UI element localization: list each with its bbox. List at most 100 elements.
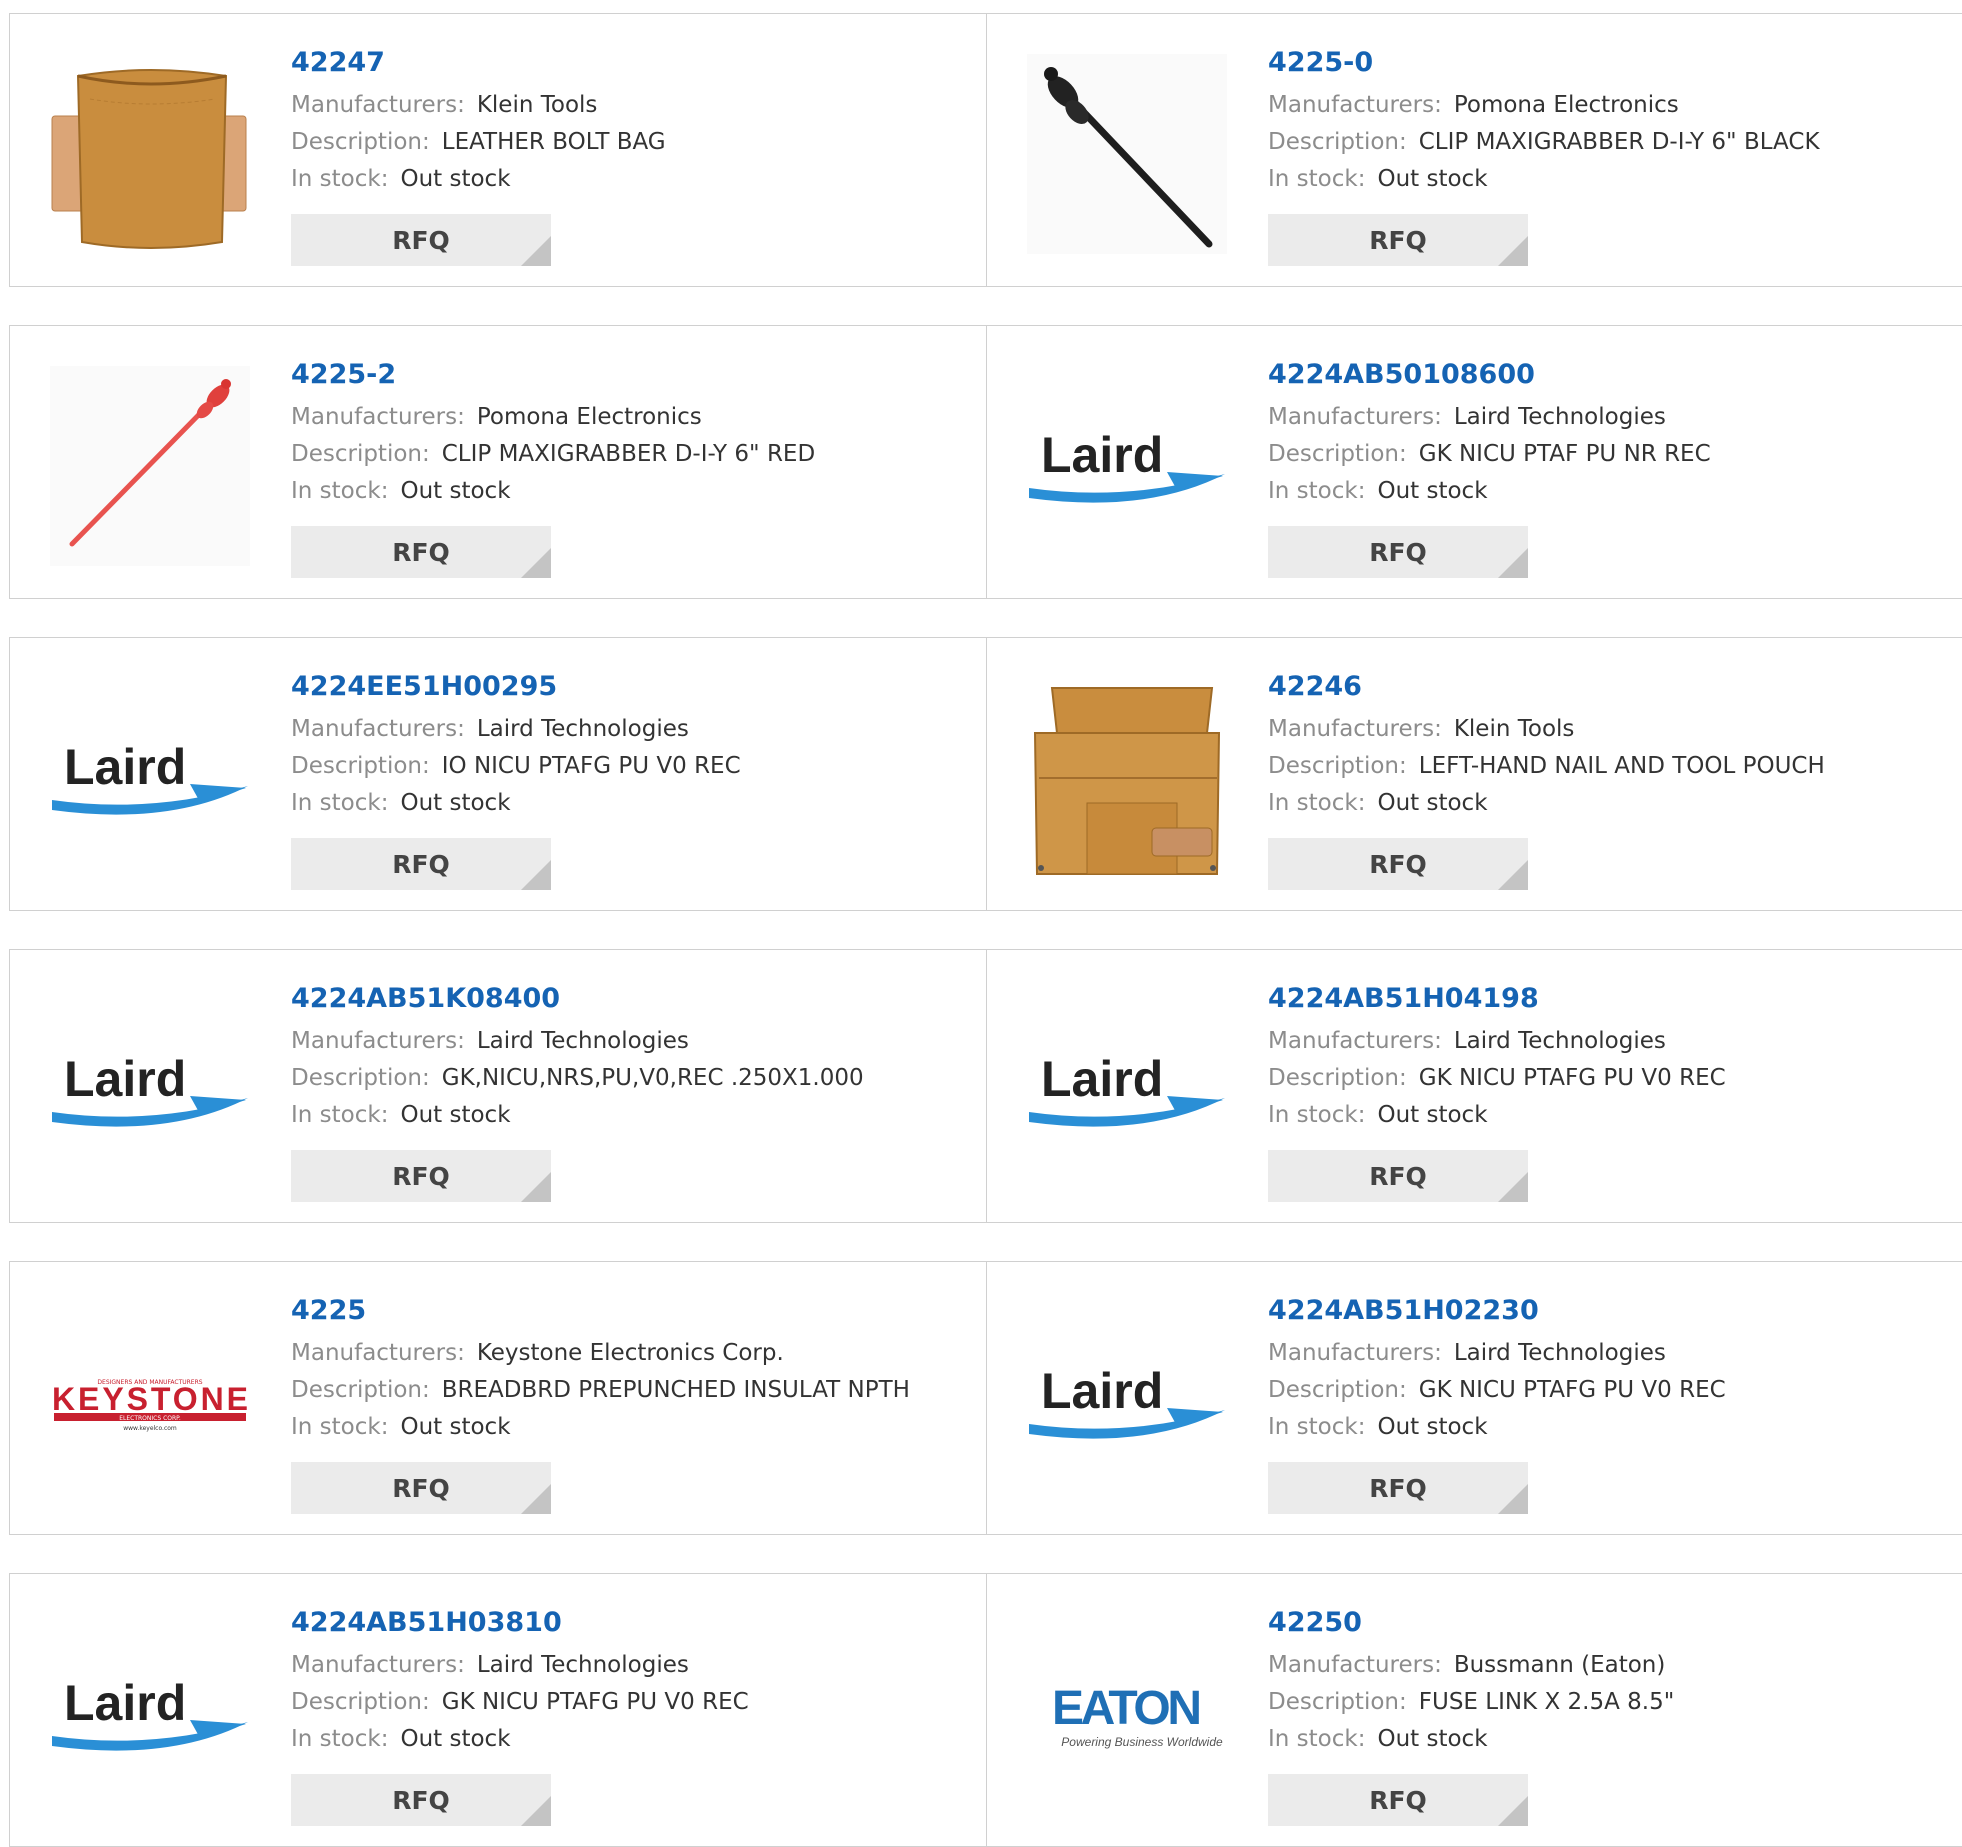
- stock-label: In stock:: [291, 478, 389, 504]
- laird-logo[interactable]: Laird: [1027, 366, 1227, 566]
- manufacturer-label: Manufacturers:: [291, 1028, 465, 1054]
- rfq-button[interactable]: RFQ: [291, 838, 551, 890]
- description-line: Description: GK NICU PTAFG PU V0 REC: [291, 1684, 961, 1721]
- part-number-link[interactable]: 4225: [291, 1292, 961, 1330]
- laird-wordmark: Laird: [1041, 1363, 1163, 1419]
- part-number-link[interactable]: 4224EE51H00295: [291, 668, 961, 706]
- stock-value: Out stock: [1377, 1102, 1488, 1128]
- corner-triangle: [1498, 1172, 1528, 1202]
- rfq-button[interactable]: RFQ: [291, 1150, 551, 1202]
- rfq-button[interactable]: RFQ: [291, 526, 551, 578]
- part-number-link[interactable]: 42250: [1268, 1604, 1938, 1642]
- manufacturer-line: Manufacturers: Keystone Electronics Corp.: [291, 1335, 961, 1372]
- manufacturer-value: Laird Technologies: [1453, 404, 1666, 430]
- manufacturer-value: Bussmann (Eaton): [1453, 1652, 1666, 1678]
- product-card: Laird 4224AB51H03810 Manufacturers: Laird…: [10, 1574, 986, 1846]
- product-image[interactable]: [50, 54, 250, 254]
- product-row: Laird 4224AB51K08400 Manufacturers: Laird…: [9, 949, 1962, 1223]
- rfq-label: RFQ: [1369, 1785, 1427, 1815]
- corner-triangle: [1498, 1796, 1528, 1826]
- description-value: GK NICU PTAFG PU V0 REC: [1418, 1377, 1726, 1403]
- description-value: GK NICU PTAFG PU V0 REC: [1418, 1065, 1726, 1091]
- stock-label: In stock:: [1268, 478, 1366, 504]
- description-value: BREADBRD PREPUNCHED INSULAT NPTH: [441, 1377, 910, 1403]
- part-number-link[interactable]: 42246: [1268, 668, 1938, 706]
- description-line: Description: GK NICU PTAFG PU V0 REC: [1268, 1060, 1938, 1097]
- description-label: Description:: [1268, 1689, 1407, 1715]
- svg-text:EATON: EATON: [1052, 1682, 1202, 1735]
- laird-logo[interactable]: Laird: [50, 990, 250, 1190]
- description-label: Description:: [1268, 1065, 1407, 1091]
- product-card: 42247 Manufacturers: Klein Tools Descript…: [10, 14, 986, 286]
- laird-logo[interactable]: Laird: [50, 678, 250, 878]
- manufacturer-line: Manufacturers: Laird Technologies: [291, 711, 961, 748]
- manufacturer-value: Klein Tools: [1453, 716, 1575, 742]
- stock-line: In stock: Out stock: [1268, 1097, 1938, 1134]
- rfq-button[interactable]: RFQ: [291, 1774, 551, 1826]
- description-label: Description:: [1268, 1377, 1407, 1403]
- product-image[interactable]: [1027, 678, 1227, 878]
- product-info: 4225-0 Manufacturers: Pomona Electronics …: [1268, 44, 1938, 266]
- part-number-link[interactable]: 4224AB51K08400: [291, 980, 961, 1018]
- rfq-button[interactable]: RFQ: [1268, 526, 1528, 578]
- stock-label: In stock:: [291, 1102, 389, 1128]
- part-number-link[interactable]: 4225-2: [291, 356, 961, 394]
- product-card: 4225-2 Manufacturers: Pomona Electronics …: [10, 326, 986, 598]
- part-number-link[interactable]: 4225-0: [1268, 44, 1938, 82]
- manufacturer-line: Manufacturers: Klein Tools: [291, 87, 961, 124]
- stock-label: In stock:: [291, 166, 389, 192]
- product-info: 4225-2 Manufacturers: Pomona Electronics …: [291, 356, 961, 578]
- rfq-button[interactable]: RFQ: [291, 1462, 551, 1514]
- description-line: Description: IO NICU PTAFG PU V0 REC: [291, 748, 961, 785]
- rfq-button[interactable]: RFQ: [291, 214, 551, 266]
- stock-value: Out stock: [1377, 478, 1488, 504]
- manufacturer-label: Manufacturers:: [291, 1652, 465, 1678]
- product-info: 42246 Manufacturers: Klein Tools Descript…: [1268, 668, 1938, 890]
- product-image[interactable]: [50, 366, 250, 566]
- manufacturer-line: Manufacturers: Pomona Electronics: [291, 399, 961, 436]
- eaton-logo[interactable]: EATON Powering Business Worldwide: [1027, 1614, 1227, 1814]
- stock-line: In stock: Out stock: [291, 161, 961, 198]
- laird-logo[interactable]: Laird: [50, 1614, 250, 1814]
- rfq-button[interactable]: RFQ: [1268, 214, 1528, 266]
- keystone-logo[interactable]: DESIGNERS AND MANUFACTURERS KEYSTONE ELE…: [50, 1302, 250, 1502]
- description-label: Description:: [1268, 441, 1407, 467]
- description-value: GK NICU PTAFG PU V0 REC: [441, 1689, 749, 1715]
- product-info: 4224AB50108600 Manufacturers: Laird Techn…: [1268, 356, 1938, 578]
- rfq-button[interactable]: RFQ: [1268, 838, 1528, 890]
- svg-text:Powering Business Worldwide: Powering Business Worldwide: [1061, 1735, 1223, 1749]
- part-number-link[interactable]: 4224AB51H03810: [291, 1604, 961, 1642]
- product-image[interactable]: [1027, 54, 1227, 254]
- stock-label: In stock:: [291, 1414, 389, 1440]
- rfq-button[interactable]: RFQ: [1268, 1774, 1528, 1826]
- manufacturer-value: Laird Technologies: [476, 1028, 689, 1054]
- part-number-link[interactable]: 42247: [291, 44, 961, 82]
- manufacturer-line: Manufacturers: Laird Technologies: [1268, 1023, 1938, 1060]
- stock-label: In stock:: [1268, 1726, 1366, 1752]
- stock-value: Out stock: [400, 1726, 511, 1752]
- rfq-button[interactable]: RFQ: [1268, 1150, 1528, 1202]
- manufacturer-label: Manufacturers:: [291, 1340, 465, 1366]
- description-label: Description:: [291, 129, 430, 155]
- corner-triangle: [521, 1172, 551, 1202]
- description-line: Description: BREADBRD PREPUNCHED INSULAT …: [291, 1372, 961, 1409]
- rfq-label: RFQ: [1369, 537, 1427, 567]
- laird-logo[interactable]: Laird: [1027, 990, 1227, 1190]
- description-label: Description:: [291, 441, 430, 467]
- part-number-link[interactable]: 4224AB51H04198: [1268, 980, 1938, 1018]
- product-info: 4224AB51K08400 Manufacturers: Laird Techn…: [291, 980, 961, 1202]
- manufacturer-value: Keystone Electronics Corp.: [476, 1340, 784, 1366]
- rfq-button[interactable]: RFQ: [1268, 1462, 1528, 1514]
- manufacturer-line: Manufacturers: Laird Technologies: [291, 1023, 961, 1060]
- part-number-link[interactable]: 4224AB50108600: [1268, 356, 1938, 394]
- product-info: 4224AB51H04198 Manufacturers: Laird Techn…: [1268, 980, 1938, 1202]
- description-value: FUSE LINK X 2.5A 8.5": [1418, 1689, 1675, 1715]
- product-card: Laird 4224AB50108600 Manufacturers: Laird…: [986, 326, 1962, 598]
- description-value: GK NICU PTAF PU NR REC: [1418, 441, 1711, 467]
- corner-triangle: [1498, 548, 1528, 578]
- laird-logo[interactable]: Laird: [1027, 1302, 1227, 1502]
- part-number-link[interactable]: 4224AB51H02230: [1268, 1292, 1938, 1330]
- product-info: 42250 Manufacturers: Bussmann (Eaton) Des…: [1268, 1604, 1938, 1826]
- stock-value: Out stock: [400, 166, 511, 192]
- description-label: Description:: [1268, 753, 1407, 779]
